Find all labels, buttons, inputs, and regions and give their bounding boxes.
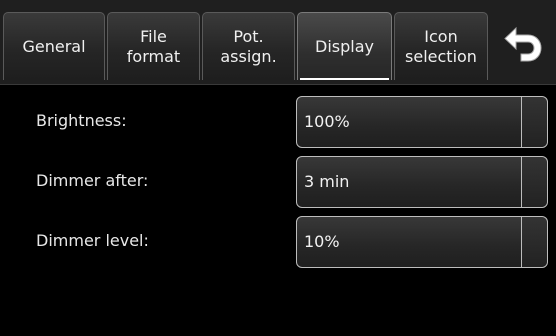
dimmer-level-row: Dimmer level: 10%: [0, 216, 556, 268]
tab-general[interactable]: General: [3, 12, 105, 80]
brightness-label: Brightness:: [36, 111, 127, 130]
brightness-field[interactable]: 100%: [296, 96, 548, 148]
dimmer-level-value: 10%: [304, 232, 340, 251]
tab-display[interactable]: Display: [297, 12, 392, 80]
tab-pot-assign[interactable]: Pot. assign.: [202, 12, 295, 80]
dimmer-after-value: 3 min: [304, 172, 350, 191]
dimmer-level-field[interactable]: 10%: [296, 216, 548, 268]
tab-general-label: General: [22, 36, 86, 56]
dimmer-after-label: Dimmer after:: [36, 171, 149, 190]
tab-icon-selection[interactable]: Icon selection: [394, 12, 488, 80]
tab-pot-assign-label: Pot. assign.: [220, 26, 277, 66]
dimmer-level-field-handle[interactable]: [521, 217, 547, 267]
tab-display-label: Display: [315, 36, 374, 56]
tab-file-format[interactable]: File format: [107, 12, 200, 80]
brightness-value: 100%: [304, 112, 350, 131]
undo-arrow-icon: [504, 26, 542, 62]
tab-bar: General File format Pot. assign. Display…: [0, 0, 556, 85]
dimmer-after-row: Dimmer after: 3 min: [0, 156, 556, 208]
brightness-row: Brightness: 100%: [0, 96, 556, 148]
tab-file-format-label: File format: [126, 26, 181, 66]
tab-icon-selection-label: Icon selection: [405, 26, 477, 66]
brightness-field-handle[interactable]: [521, 97, 547, 147]
dimmer-level-label: Dimmer level:: [36, 231, 149, 250]
dimmer-after-field-handle[interactable]: [521, 157, 547, 207]
dimmer-after-field[interactable]: 3 min: [296, 156, 548, 208]
back-button[interactable]: [495, 12, 553, 80]
